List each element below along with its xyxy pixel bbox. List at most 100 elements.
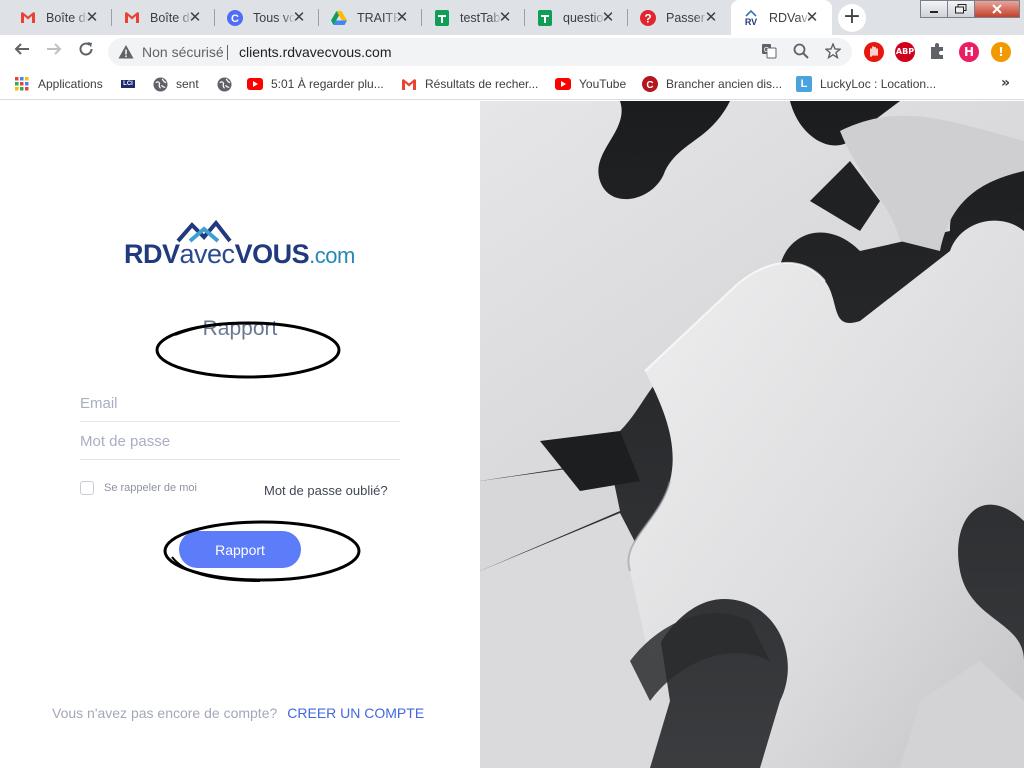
window-close-button[interactable] bbox=[974, 0, 1020, 18]
google-sheets-icon bbox=[434, 9, 450, 26]
close-icon[interactable]: ✕ bbox=[600, 9, 616, 25]
close-icon[interactable]: ✕ bbox=[291, 9, 307, 25]
close-icon[interactable]: ✕ bbox=[187, 9, 203, 25]
question-circle-icon: ? bbox=[640, 9, 656, 26]
bookmark-lci[interactable]: LCI bbox=[118, 75, 138, 93]
page-content: RDVavecVOUS.com Rapport Se rappeler de m… bbox=[0, 101, 1024, 768]
browser-tab[interactable]: Boîte de réception ✕ bbox=[112, 0, 215, 35]
remember-me-checkbox[interactable] bbox=[80, 481, 94, 495]
bookmark-watch-later[interactable]: 5:01 À regarder plu... bbox=[247, 75, 384, 93]
maximize-button[interactable] bbox=[947, 0, 975, 18]
address-bar[interactable]: Non sécurisé clients.rdvavecvous.com G bbox=[108, 38, 852, 66]
bookmark-globe[interactable] bbox=[216, 75, 240, 93]
window-close-icon bbox=[992, 4, 1002, 14]
browser-tab-strip: Boîte de réception ✕ Boîte de réception … bbox=[0, 0, 1024, 35]
tab-title: TRAITEMENT bbox=[357, 10, 399, 25]
close-icon[interactable]: ✕ bbox=[84, 9, 100, 25]
zoom-icon[interactable] bbox=[792, 43, 810, 61]
security-status[interactable]: Non sécurisé bbox=[142, 44, 224, 60]
close-icon[interactable]: ✕ bbox=[394, 9, 410, 25]
svg-text:G: G bbox=[764, 47, 769, 54]
forward-arrow-icon bbox=[47, 43, 62, 55]
create-account-link[interactable]: CREER UN COMPTE bbox=[287, 705, 424, 721]
bookmark-label: Résultats de recher... bbox=[425, 77, 539, 91]
back-button[interactable] bbox=[10, 40, 34, 64]
adblock-plus-icon[interactable]: ABP bbox=[895, 42, 915, 62]
close-icon[interactable]: ✕ bbox=[497, 9, 513, 25]
more-bookmarks-button[interactable]: » bbox=[1001, 75, 1010, 91]
signup-question: Vous n'avez pas encore de compte? bbox=[52, 705, 278, 721]
password-field-wrapper bbox=[80, 422, 400, 460]
bookmark-star-icon[interactable] bbox=[824, 42, 842, 61]
svg-text:?: ? bbox=[644, 11, 651, 25]
tab-title: questionnaire bbox=[563, 10, 605, 25]
bookmark-sent[interactable]: sent bbox=[152, 75, 199, 93]
new-tab-button[interactable]: + bbox=[838, 4, 866, 32]
globe-icon bbox=[152, 76, 168, 92]
browser-toolbar: Non sécurisé clients.rdvavecvous.com G A… bbox=[0, 35, 1024, 69]
browser-tab[interactable]: ? Passer ✕ bbox=[628, 0, 731, 35]
minimize-icon bbox=[930, 11, 938, 13]
bookmark-label: 5:01 À regarder plu... bbox=[271, 77, 384, 91]
tab-title: Tous vos bbox=[253, 10, 295, 25]
close-icon[interactable]: ✕ bbox=[703, 9, 719, 25]
apps-grid-icon bbox=[14, 76, 30, 92]
google-drive-icon bbox=[331, 10, 347, 26]
bookmark-label: sent bbox=[176, 77, 199, 91]
brand-logo-text: RDVavecVOUS.com bbox=[124, 239, 355, 269]
rv-logo-icon: RV bbox=[743, 9, 759, 26]
email-input[interactable] bbox=[80, 384, 400, 420]
bookmark-youtube[interactable]: YouTube bbox=[555, 75, 626, 93]
gmail-icon bbox=[401, 76, 417, 92]
extensions-puzzle-icon[interactable] bbox=[927, 42, 947, 62]
bookmark-apps[interactable]: Applications bbox=[14, 75, 103, 93]
bookmarks-bar: Applications LCI sent 5:01 À regarder pl… bbox=[0, 69, 1024, 100]
reload-button[interactable] bbox=[74, 40, 98, 64]
brand-logo[interactable]: RDVavecVOUS.com bbox=[124, 219, 364, 269]
warning-triangle-icon[interactable] bbox=[118, 44, 134, 60]
browser-tab[interactable]: Boîte de réception ✕ bbox=[8, 0, 112, 35]
l-square-icon: L bbox=[796, 76, 812, 92]
browser-tab[interactable]: C Tous vos ✕ bbox=[215, 0, 319, 35]
svg-text:RV: RV bbox=[745, 17, 757, 26]
youtube-icon bbox=[555, 76, 571, 92]
forgot-password-link[interactable]: Mot de passe oublié? bbox=[264, 483, 388, 498]
url-text[interactable]: clients.rdvavecvous.com bbox=[239, 44, 392, 60]
browser-tab[interactable]: TRAITEMENT ✕ bbox=[319, 0, 422, 35]
stop-hand-extension-icon[interactable] bbox=[864, 42, 884, 62]
bookmark-luckyloc[interactable]: L LuckyLoc : Location... bbox=[796, 75, 936, 93]
bookmark-label: Brancher ancien dis... bbox=[666, 77, 783, 91]
minimize-button[interactable] bbox=[920, 0, 948, 18]
forward-button[interactable] bbox=[42, 40, 66, 64]
remember-me-label: Se rappeler de moi bbox=[104, 482, 197, 494]
c-circle-icon: C bbox=[227, 9, 243, 26]
google-sheets-icon bbox=[537, 9, 553, 26]
bookmark-search-results[interactable]: Résultats de recher... bbox=[401, 75, 538, 93]
submit-button[interactable]: Rapport bbox=[179, 531, 301, 568]
gmail-icon bbox=[124, 10, 140, 26]
back-arrow-icon bbox=[14, 43, 29, 55]
close-icon[interactable]: ✕ bbox=[804, 9, 820, 25]
translate-icon[interactable]: G bbox=[760, 43, 778, 61]
password-input[interactable] bbox=[80, 422, 400, 458]
signup-prompt: Vous n'avez pas encore de compte? CREER U… bbox=[52, 705, 424, 721]
browser-tab[interactable]: questionnaire ✕ bbox=[525, 0, 628, 35]
update-alert-icon[interactable]: ! bbox=[991, 42, 1011, 62]
tab-title: Boîte de réception bbox=[46, 10, 88, 25]
browser-tab-active[interactable]: RV RDVavecVOUS ✕ bbox=[731, 0, 832, 35]
youtube-icon bbox=[247, 76, 263, 92]
profile-avatar[interactable]: H bbox=[959, 42, 979, 62]
reload-icon bbox=[79, 42, 93, 56]
browser-tab[interactable]: testTableau ✕ bbox=[422, 0, 525, 35]
red-c-icon: C bbox=[642, 76, 658, 92]
bookmark-brancher[interactable]: C Brancher ancien dis... bbox=[642, 75, 782, 93]
window-controls bbox=[920, 0, 1020, 20]
lci-icon: LCI bbox=[121, 80, 135, 88]
svg-text:C: C bbox=[646, 80, 653, 91]
globe-icon bbox=[216, 76, 232, 92]
form-title: Rapport bbox=[202, 317, 278, 340]
tab-title: Boîte de réception bbox=[150, 10, 192, 25]
tab-title: testTableau bbox=[460, 10, 502, 25]
remember-me[interactable]: Se rappeler de moi bbox=[80, 481, 197, 495]
bookmark-label: LuckyLoc : Location... bbox=[820, 77, 937, 91]
